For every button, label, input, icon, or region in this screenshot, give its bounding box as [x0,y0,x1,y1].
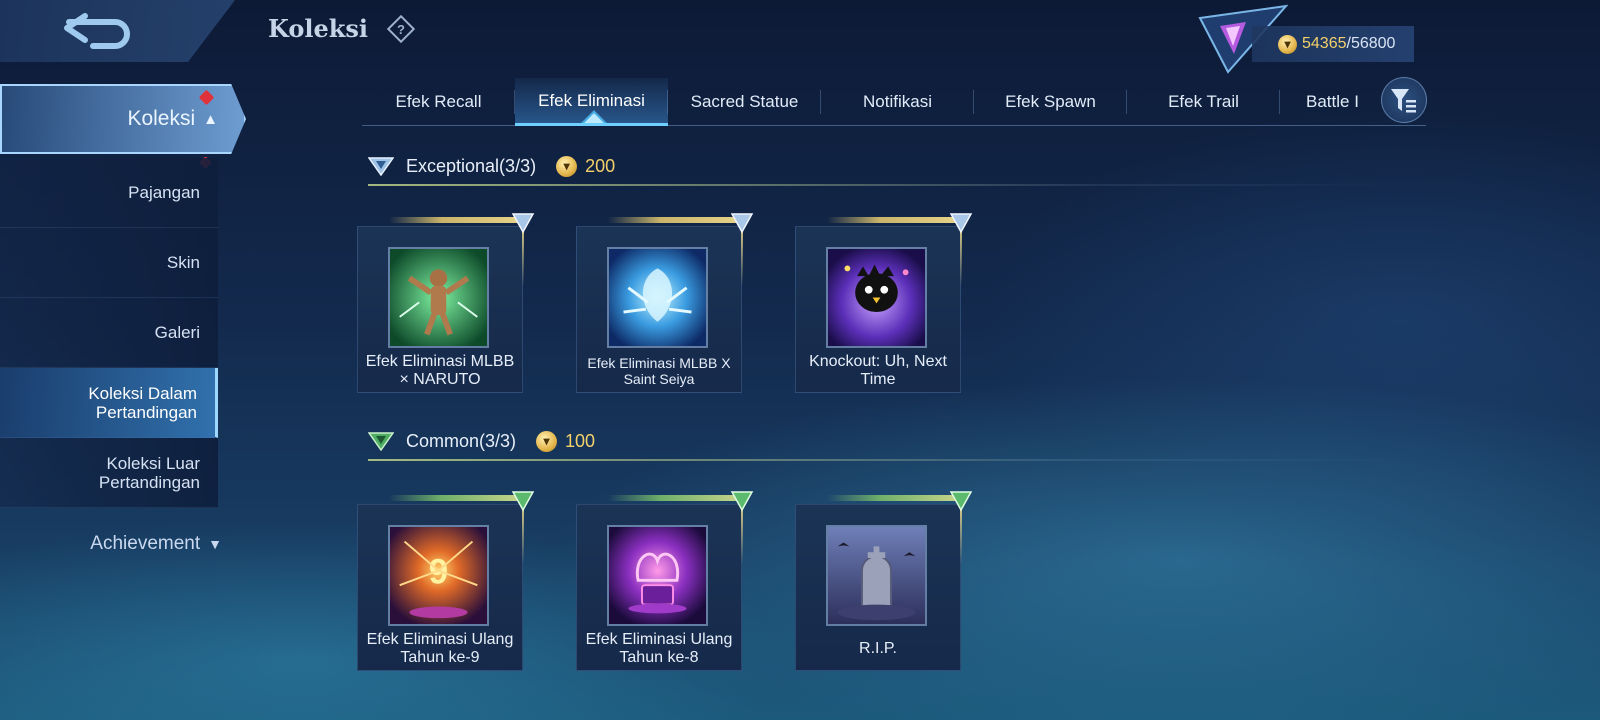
filter-button[interactable] [1381,77,1427,123]
coin-icon: ▾ [536,430,558,452]
tab-efek-recall[interactable]: Efek Recall [362,78,515,126]
card-trim [389,217,521,223]
sidebar: Koleksi ▲ Pajangan Skin Galeri Koleksi D… [0,62,246,508]
sidebar-item-skin[interactable]: Skin [0,228,218,298]
back-arrow-icon [63,13,130,49]
card-trim [608,495,740,501]
card-label: Knockout: Uh, Next Time [809,353,947,388]
tab-label: Notifikasi [863,92,932,111]
collection-card[interactable]: R.I.P. [795,491,973,671]
section-title: Common(3/3) [406,430,517,451]
section-divider [368,184,1408,186]
tab-notifikasi[interactable]: Notifikasi [821,78,974,126]
sidebar-item-label: Galeri [154,323,200,342]
collection-card[interactable]: Efek Eliminasi Ulang Tahun ke-8 [576,491,754,671]
sidebar-item-label: Skin [166,253,200,272]
section-header-common: Common(3/3) ▾ 100 [368,425,1418,461]
sidebar-item-label: Pajangan [128,183,200,202]
item-thumbnail [607,247,708,348]
common-rarity-icon [949,491,973,512]
svg-text:?: ? [397,22,405,37]
section-points: 200 [585,155,616,176]
tab-label: Efek Trail [1168,92,1239,111]
sidebar-item-koleksi-luar-pertandingan[interactable]: Koleksi Luar Pertandingan [0,438,218,508]
section-title: Exceptional(3/3) [406,155,537,176]
section-points: 100 [565,430,596,451]
collection-card[interactable]: Efek Eliminasi MLBB X Saint Seiya [576,213,754,393]
collection-card[interactable]: Efek Eliminasi MLBB × NARUTO [357,213,535,393]
filter-icon [1391,89,1416,113]
card-grid-exceptional: Efek Eliminasi MLBB × NARUTO Efek Elimin… [357,213,1014,393]
chevron-up-icon: ▲ [203,110,218,128]
sidebar-submenu: Pajangan Skin Galeri Koleksi Dalam Perta… [0,158,218,508]
category-tabs: Efek Recall Efek Eliminasi Sacred Statue… [362,78,1426,126]
card-grid-common: 9 Efek Eliminasi Ulang Tahun ke-9 Efek E… [357,491,1014,671]
back-button[interactable] [0,0,235,62]
sidebar-item-label: Koleksi Dalam Pertandingan [88,383,197,422]
card-label: Efek Eliminasi MLBB × NARUTO [365,353,515,388]
item-thumbnail [388,247,489,348]
exceptional-rarity-icon [949,213,973,234]
question-mark-icon[interactable]: ? [386,14,416,44]
sidebar-item-achievement[interactable]: Achievement ▼ [0,518,226,570]
page-title: Koleksi [268,14,368,43]
card-trim [389,495,521,501]
card-trim [827,495,959,501]
card-label: Efek Eliminasi Ulang Tahun ke-8 [585,631,733,666]
collection-card[interactable]: 9 Efek Eliminasi Ulang Tahun ke-9 [357,491,535,671]
card-trim [608,217,740,223]
item-thumbnail [826,247,927,348]
svg-text:9: 9 [429,552,448,591]
sidebar-item-galeri[interactable]: Galeri [0,298,218,368]
item-thumbnail: 9 [388,525,489,626]
chevron-down-icon: ▼ [208,536,222,552]
tab-efek-eliminasi[interactable]: Efek Eliminasi [515,78,668,126]
tab-battle[interactable]: Battle I [1280,78,1374,126]
common-rarity-icon [730,491,754,512]
sidebar-item-pajangan[interactable]: Pajangan [0,158,218,228]
tab-label: Sacred Statue [690,92,799,111]
common-rarity-icon [368,432,394,451]
section-header-exceptional: Exceptional(3/3) ▾ 200 [368,150,1418,186]
sidebar-main-label: Koleksi [127,107,196,130]
tab-label: Efek Spawn [1005,92,1096,111]
tab-efek-trail[interactable]: Efek Trail [1127,78,1280,126]
section-divider [368,459,1408,461]
exceptional-rarity-icon [511,213,535,234]
currency-display: ▾ 54365/56800 [1252,26,1414,62]
sidebar-item-koleksi-dalam-pertandingan[interactable]: Koleksi Dalam Pertandingan [0,368,218,438]
card-label: R.I.P. [859,640,897,657]
tab-sacred-statue[interactable]: Sacred Statue [668,78,821,126]
coin-icon: ▾ [556,155,578,177]
card-trim [827,217,959,223]
currency-current: 54365 [1302,35,1347,52]
currency-max: 56800 [1350,35,1396,52]
sidebar-item-label: Koleksi Luar Pertandingan [98,453,200,492]
coin-icon: ▾ [1278,34,1297,54]
exceptional-rarity-icon [368,157,394,176]
exceptional-rarity-icon [730,213,754,234]
tab-label: Efek Eliminasi [538,90,645,110]
common-rarity-icon [511,491,535,512]
tab-label: Battle I [1306,92,1359,111]
tab-label: Efek Recall [395,92,482,111]
item-thumbnail [826,525,927,626]
achievement-label: Achievement [90,533,201,554]
card-label: Efek Eliminasi MLBB X Saint Seiya [587,355,731,387]
card-label: Efek Eliminasi Ulang Tahun ke-9 [366,631,514,666]
collection-card[interactable]: Knockout: Uh, Next Time [795,213,973,393]
tab-efek-spawn[interactable]: Efek Spawn [974,78,1127,126]
item-thumbnail [607,525,708,626]
